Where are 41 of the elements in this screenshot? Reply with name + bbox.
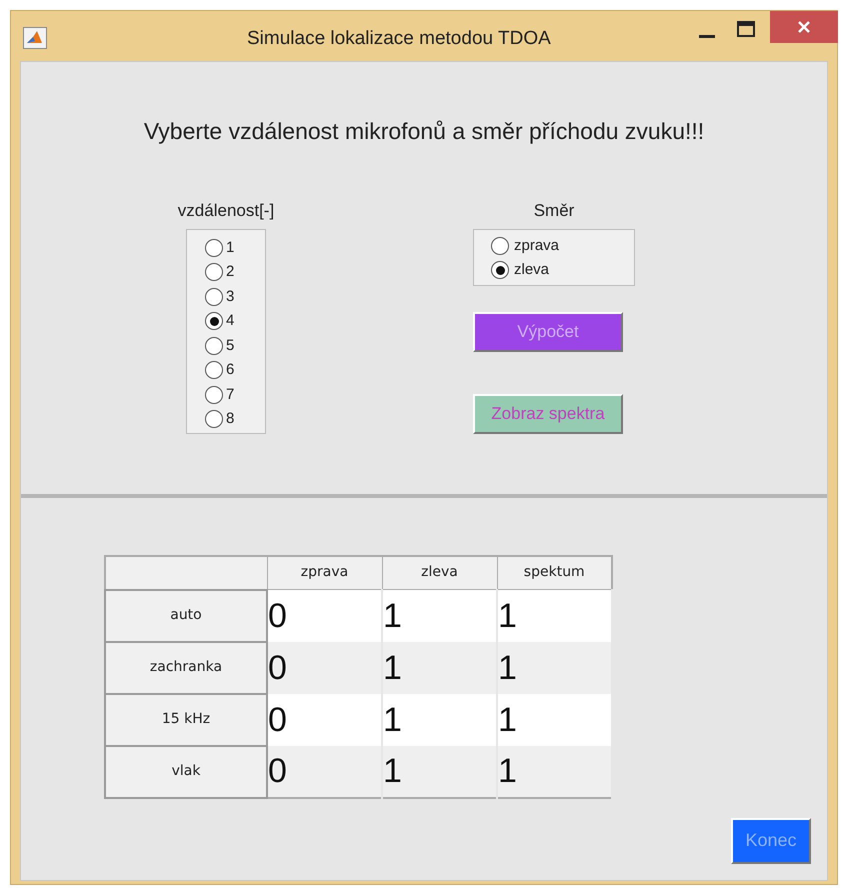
radio-button[interactable]: [491, 261, 509, 280]
exit-button[interactable]: Konec: [731, 818, 811, 864]
radio-label: 2: [226, 262, 234, 282]
radio-label: 6: [226, 360, 234, 380]
direction-label: Směr: [534, 200, 574, 220]
distance-label: vzdálenost[-]: [178, 200, 274, 220]
radio-label: zleva: [514, 260, 550, 280]
radio-button[interactable]: [205, 410, 223, 428]
column-header: zleva: [382, 556, 497, 590]
column-header: zprava: [267, 556, 382, 590]
app-icon: [23, 27, 47, 49]
row-header: 15 kHz: [105, 694, 267, 746]
table-cell: 1: [382, 746, 497, 798]
radio-label: 7: [226, 384, 234, 404]
radio-label: 8: [226, 409, 234, 429]
radio-label: 1: [226, 238, 234, 258]
close-icon: [797, 20, 811, 34]
radio-label: 5: [226, 336, 234, 356]
table-cell: 0: [267, 746, 382, 798]
radio-label: 4: [226, 311, 234, 331]
window-title: Simulace lokalizace metodou TDOA: [247, 27, 551, 51]
radio-button[interactable]: [205, 288, 223, 306]
radio-button[interactable]: [205, 336, 223, 355]
heading: Vyberte vzdálenost mikrofonů a směr příchodu zvuku!!!: [142, 117, 706, 146]
radio-button[interactable]: [205, 263, 223, 282]
maximize-icon[interactable]: [737, 21, 755, 37]
radio-button[interactable]: [205, 312, 223, 330]
row-header: auto: [105, 590, 267, 642]
radio-button[interactable]: [205, 238, 223, 257]
row-header: vlak: [105, 746, 267, 798]
radio-label: 3: [226, 286, 234, 306]
radio-button[interactable]: [205, 361, 223, 380]
compute-button[interactable]: Výpočet: [473, 312, 623, 352]
radio-button[interactable]: [491, 236, 509, 255]
radio-button[interactable]: [205, 386, 223, 404]
column-header: spektum: [497, 556, 612, 590]
spectra-button[interactable]: Zobraz spektra: [473, 394, 623, 434]
row-header: zachranka: [105, 642, 267, 694]
close-button[interactable]: [770, 11, 838, 43]
table-cell: 1: [497, 746, 612, 798]
radio-label: zprava: [514, 236, 560, 256]
